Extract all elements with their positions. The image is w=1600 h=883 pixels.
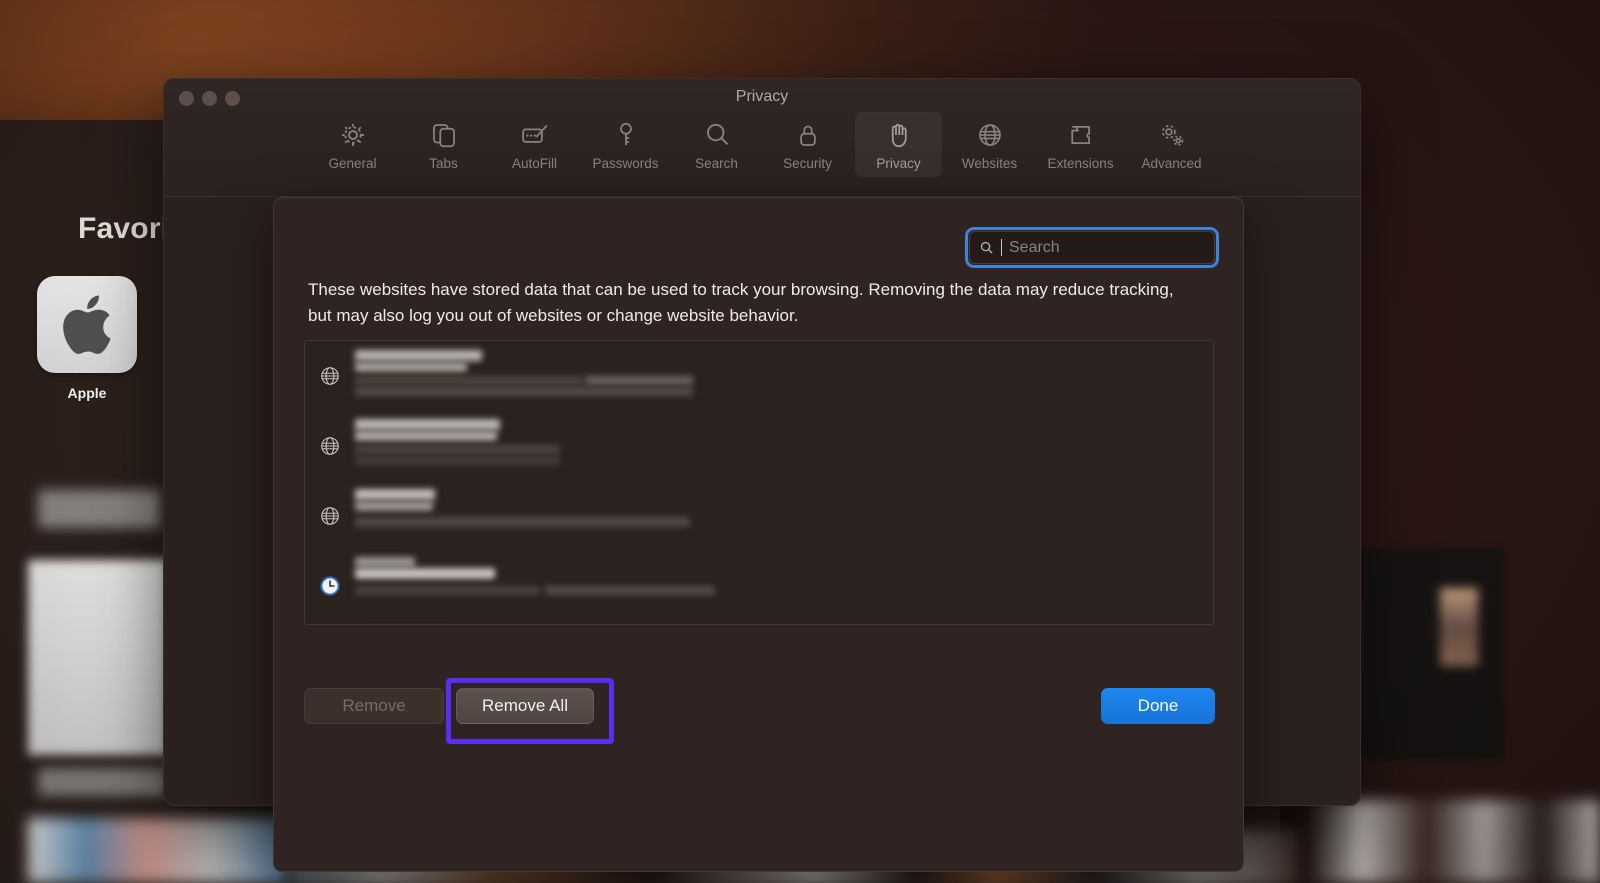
globe-icon: [319, 365, 341, 387]
globe-icon: [319, 435, 341, 457]
sheet-description: These websites have stored data that can…: [308, 280, 1174, 325]
toolbar-label: Extensions: [1047, 156, 1114, 171]
stored-website-data-sheet: Search These websites have stored data t…: [273, 197, 1244, 872]
list-item[interactable]: [305, 621, 1213, 624]
text-caret: [1001, 239, 1002, 256]
toolbar-item-security[interactable]: Security: [764, 112, 851, 177]
clock-icon: [319, 575, 341, 597]
toolbar-item-autofill[interactable]: AutoFill: [491, 112, 578, 177]
toolbar-item-websites[interactable]: Websites: [946, 112, 1033, 177]
toolbar-label: Tabs: [429, 156, 458, 171]
toolbar-label: Security: [783, 156, 832, 171]
toolbar-label: Privacy: [876, 156, 921, 171]
done-button[interactable]: Done: [1101, 688, 1215, 724]
search-icon: [979, 240, 994, 255]
toolbar-item-privacy[interactable]: Privacy: [855, 112, 942, 177]
list-item[interactable]: [305, 551, 1213, 621]
window-titlebar: Privacy General Tabs AutoFill Passwords …: [164, 79, 1360, 197]
toolbar-item-general[interactable]: General: [309, 112, 396, 177]
toolbar-label: Passwords: [592, 156, 659, 171]
list-item[interactable]: [305, 411, 1213, 481]
window-title: Privacy: [735, 88, 789, 105]
toolbar-item-advanced[interactable]: Advanced: [1128, 112, 1215, 177]
hand-icon: [884, 120, 914, 150]
toolbar-label: AutoFill: [511, 156, 557, 171]
search-placeholder: Search: [1009, 238, 1060, 256]
remove-button[interactable]: Remove: [304, 688, 444, 724]
redacted-site-info: [355, 419, 1213, 473]
key-icon: [611, 120, 641, 150]
tabs-icon: [429, 120, 459, 150]
toolbar-label: Websites: [961, 156, 1018, 171]
lock-icon: [793, 120, 823, 150]
redacted-site-info: [355, 557, 1213, 613]
toolbar-item-extensions[interactable]: Extensions: [1037, 112, 1124, 177]
toolbar-item-passwords[interactable]: Passwords: [582, 112, 669, 177]
search-input[interactable]: Search: [969, 231, 1215, 264]
puzzle-icon: [1066, 120, 1096, 150]
toolbar-item-tabs[interactable]: Tabs: [400, 112, 487, 177]
preferences-toolbar: General Tabs AutoFill Passwords Search S…: [164, 112, 1360, 177]
magnifier-icon: [702, 120, 732, 150]
toolbar-label: General: [328, 156, 377, 171]
screen: Favorite Apple ••• ? Privacy: [0, 0, 1600, 883]
autofill-icon: [520, 120, 550, 150]
website-data-list[interactable]: [304, 340, 1214, 625]
list-item[interactable]: [305, 481, 1213, 551]
globe-icon: [975, 120, 1005, 150]
search-field-container[interactable]: Search: [965, 227, 1219, 268]
globe-icon: [319, 505, 341, 527]
gears-icon: [1157, 120, 1187, 150]
redacted-site-info: [355, 489, 1213, 543]
redacted-site-info: [355, 349, 1213, 403]
toolbar-label: Advanced: [1141, 156, 1202, 171]
gear-icon: [338, 120, 368, 150]
remove-all-button[interactable]: Remove All: [456, 688, 594, 724]
toolbar-item-search[interactable]: Search: [673, 112, 760, 177]
toolbar-label: Search: [695, 156, 738, 171]
list-item[interactable]: [305, 341, 1213, 411]
